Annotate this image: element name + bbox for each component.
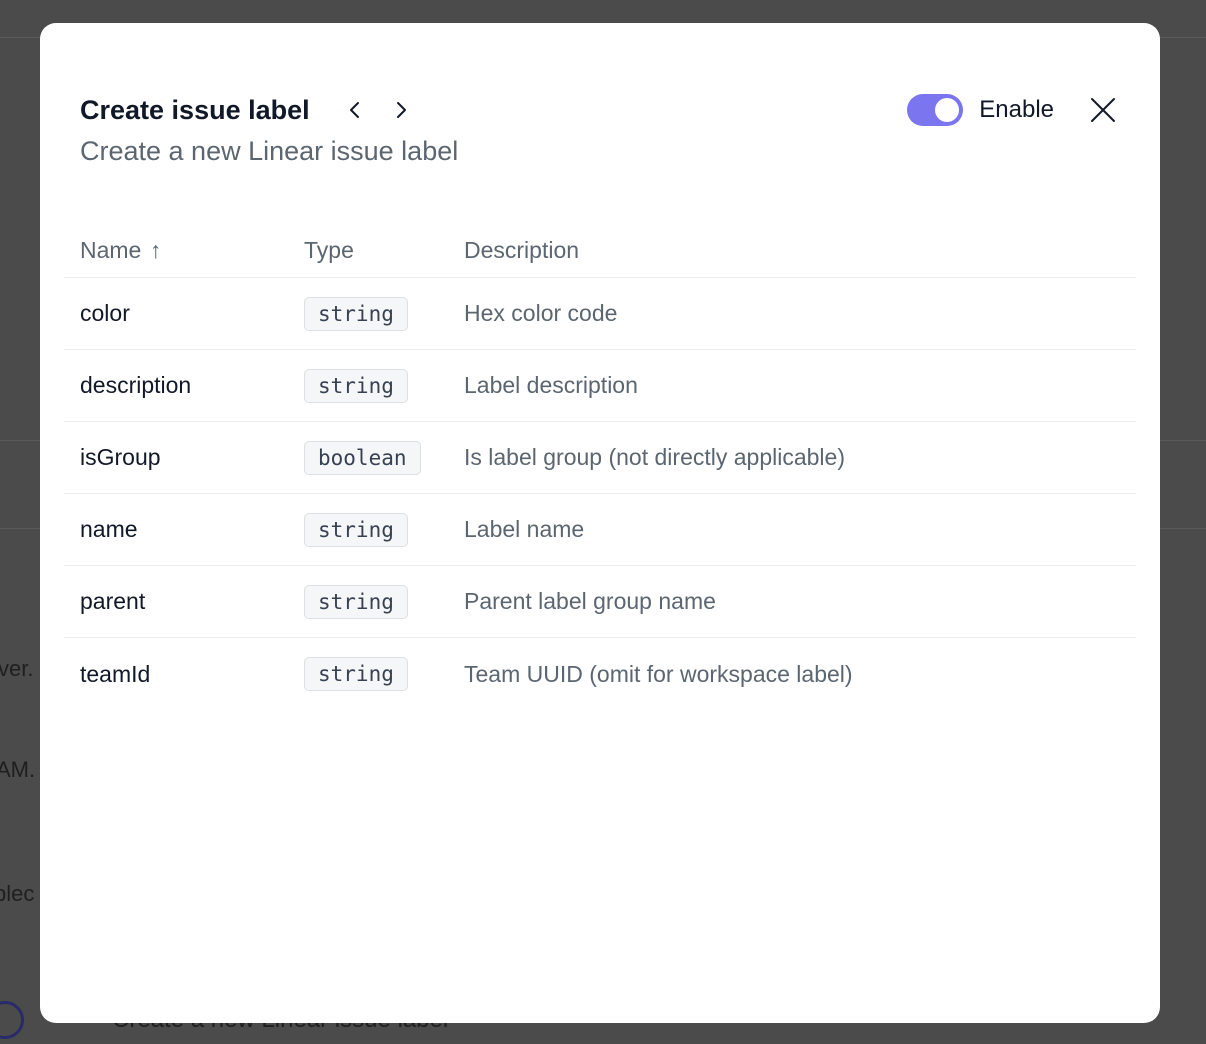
background-text: AM.	[0, 757, 36, 782]
type-badge: boolean	[304, 440, 421, 475]
param-description: Label name	[464, 516, 585, 542]
parameters-table: Name ↑ Type Description color string Hex…	[64, 223, 1136, 710]
next-button[interactable]	[384, 93, 418, 127]
param-name: color	[80, 300, 130, 326]
dialog-title: Create issue label	[80, 94, 310, 125]
background-text: ver.	[0, 656, 34, 681]
close-icon	[1091, 98, 1115, 122]
table-row: teamId string Team UUID (omit for worksp…	[64, 638, 1136, 710]
param-name: teamId	[80, 660, 151, 687]
param-name: parent	[80, 588, 146, 614]
column-header-description: Description	[464, 236, 580, 263]
type-badge: string	[304, 296, 408, 331]
type-badge: string	[304, 368, 408, 403]
close-button[interactable]	[1086, 93, 1120, 127]
type-badge: string	[304, 584, 408, 619]
param-description: Parent label group name	[464, 588, 716, 614]
toggle-knob	[935, 98, 960, 122]
param-name: isGroup	[80, 444, 161, 470]
chevron-left-icon	[349, 102, 359, 118]
chevron-right-icon	[396, 102, 406, 118]
param-description: Label description	[464, 372, 638, 398]
type-badge: string	[304, 657, 408, 691]
enable-label: Enable	[979, 96, 1054, 123]
column-header-name-label: Name	[80, 236, 142, 263]
previous-button[interactable]	[338, 93, 372, 127]
column-header-name[interactable]: Name ↑	[64, 237, 304, 264]
param-description: Team UUID (omit for workspace label)	[464, 660, 853, 687]
dialog-header: Create issue label Enable	[80, 85, 1120, 135]
type-badge: string	[304, 512, 408, 547]
column-header-type: Type	[304, 236, 354, 263]
arrow-up-icon: ↑	[149, 236, 162, 263]
enable-toggle[interactable]	[907, 94, 964, 126]
param-name: name	[80, 516, 138, 542]
table-row: color string Hex color code	[64, 278, 1136, 350]
dialog-subtitle: Create a new Linear issue label	[80, 136, 459, 166]
table-row: name string Label name	[64, 494, 1136, 566]
param-name: description	[80, 372, 192, 398]
param-description: Hex color code	[464, 300, 618, 326]
create-issue-label-dialog: Create issue label Enable Create a new L…	[40, 23, 1160, 1023]
table-row: description string Label description	[64, 350, 1136, 422]
param-description: Is label group (not directly applicable)	[464, 444, 845, 470]
table-row: isGroup boolean Is label group (not dire…	[64, 422, 1136, 494]
background-avatar	[0, 1001, 24, 1039]
background-text: blec	[0, 881, 35, 906]
table-header: Name ↑ Type Description	[64, 223, 1136, 278]
table-row: parent string Parent label group name	[64, 566, 1136, 638]
